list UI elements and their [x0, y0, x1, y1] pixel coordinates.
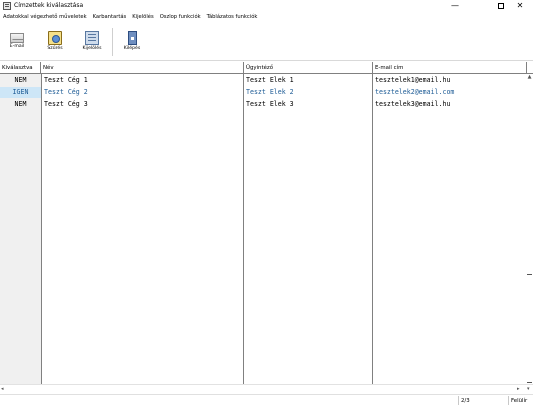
- column-divider: [372, 74, 373, 385]
- menu-column-functions[interactable]: Oszlop funkciók: [157, 12, 204, 23]
- scroll-right-icon[interactable]: ▸: [517, 386, 520, 392]
- filter-button-label: Szűrés: [47, 46, 63, 51]
- selected-cell[interactable]: IGEN: [0, 87, 41, 98]
- window-title: Címzettek kiválasztása: [14, 2, 84, 9]
- recipients-grid: Kiválasztva Név Ügyintéző E-mail cím NEM…: [0, 62, 533, 385]
- contact-cell[interactable]: Teszt Elek 2: [246, 87, 294, 98]
- selected-cell[interactable]: NEM: [0, 99, 41, 110]
- filter-icon: [48, 31, 62, 45]
- envelope-icon: [10, 33, 24, 43]
- email-cell[interactable]: tesztelek1@email.hu: [375, 75, 450, 86]
- app-icon: [3, 2, 11, 10]
- menu-table-functions[interactable]: Táblázatos funkciók: [204, 12, 261, 23]
- selected-cell[interactable]: NEM: [0, 75, 41, 86]
- toolbar-separator: [112, 28, 113, 56]
- column-divider: [243, 74, 244, 385]
- filter-button[interactable]: Szűrés: [42, 27, 68, 57]
- exit-button-label: Kilépés: [123, 46, 141, 51]
- select-list-icon: [85, 31, 99, 45]
- menu-selection[interactable]: Kijelölés: [129, 12, 156, 23]
- contact-cell[interactable]: Teszt Elek 3: [246, 99, 294, 110]
- menu-maintenance[interactable]: Karbantartás: [90, 12, 130, 23]
- exit-button[interactable]: Kilépés: [119, 27, 145, 57]
- scroll-marker: [527, 382, 532, 383]
- scroll-up-icon[interactable]: ▲: [526, 74, 533, 81]
- maximize-icon: [498, 3, 504, 9]
- vertical-scrollbar[interactable]: ▲: [526, 74, 533, 384]
- header-corner: [526, 62, 533, 74]
- email-cell[interactable]: tesztelek3@email.hu: [375, 99, 450, 110]
- scroll-left-icon[interactable]: ◂: [1, 386, 4, 392]
- name-cell[interactable]: Teszt Cég 2: [44, 87, 88, 98]
- select-button-label: Kijelölés: [82, 46, 102, 51]
- close-button[interactable]: ✕: [505, 0, 533, 12]
- column-divider: [41, 74, 42, 385]
- header-contact[interactable]: Ügyintéző: [244, 62, 373, 74]
- contact-cell[interactable]: Teszt Elek 1: [246, 75, 294, 86]
- exit-door-icon: [127, 31, 137, 45]
- scroll-down-icon[interactable]: ▾: [527, 386, 530, 392]
- status-bar: 2/3 Felülír: [0, 394, 533, 405]
- menu-bar: Adatokkal végezhető műveletek Karbantart…: [0, 12, 533, 23]
- scroll-marker: [527, 274, 532, 275]
- email-button-label: E-mail: [9, 44, 25, 49]
- select-button[interactable]: Kijelölés: [79, 27, 105, 57]
- header-name[interactable]: Név: [41, 62, 244, 74]
- menu-data-operations[interactable]: Adatokkal végezhető műveletek: [0, 12, 90, 23]
- record-position: 2/3: [458, 396, 508, 405]
- minimize-button[interactable]: —: [440, 0, 470, 12]
- name-cell[interactable]: Teszt Cég 1: [44, 75, 88, 86]
- selected-column-background: [0, 74, 41, 385]
- edit-mode: Felülír: [508, 396, 533, 405]
- header-email[interactable]: E-mail cím: [373, 62, 526, 74]
- email-cell[interactable]: tesztelek2@email.com: [375, 87, 454, 98]
- toolbar: E-mail Szűrés Kijelölés Kilépés: [0, 23, 533, 61]
- horizontal-scrollbar[interactable]: ◂ ▸ ▾: [0, 384, 533, 393]
- email-button[interactable]: E-mail: [4, 27, 30, 57]
- name-cell[interactable]: Teszt Cég 3: [44, 99, 88, 110]
- header-selected[interactable]: Kiválasztva: [0, 62, 41, 74]
- title-bar: Címzettek kiválasztása — ✕: [0, 0, 533, 12]
